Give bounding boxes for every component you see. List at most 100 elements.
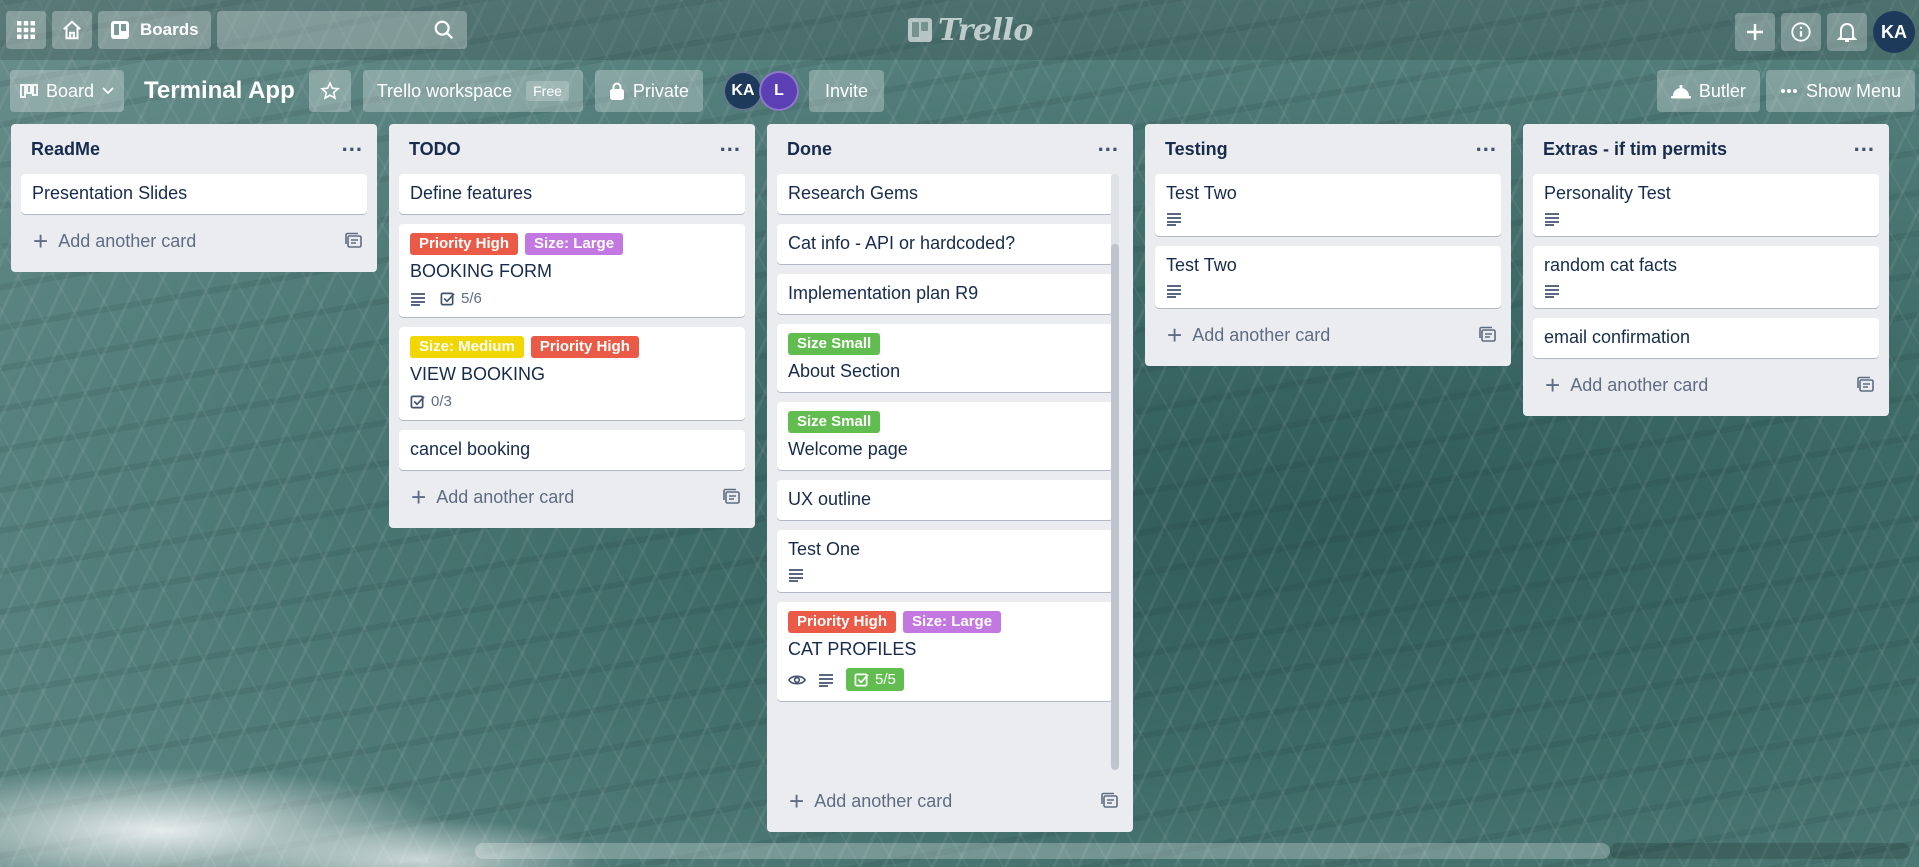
- card[interactable]: Personality Test: [1533, 174, 1879, 236]
- card-title: Research Gems: [788, 183, 919, 203]
- card[interactable]: cancel booking: [399, 430, 745, 470]
- list-testing: Testing ... Test Two Test Two + Add anoth…: [1145, 124, 1511, 366]
- card[interactable]: Test Two: [1155, 174, 1501, 236]
- card-title: Welcome page: [788, 439, 908, 459]
- card[interactable]: Cat info - API or hardcoded?: [777, 224, 1113, 264]
- trello-logo[interactable]: Trello: [908, 10, 1033, 50]
- workspace-plan-badge: Free: [526, 81, 569, 101]
- card-label[interactable]: Size: Medium: [410, 336, 524, 358]
- card[interactable]: Test One: [777, 530, 1113, 592]
- description-icon: [411, 292, 425, 306]
- create-button[interactable]: [1735, 13, 1775, 51]
- butler-button[interactable]: Butler: [1656, 70, 1760, 112]
- card-label[interactable]: Priority High: [788, 611, 897, 633]
- bell-icon: [1837, 23, 1857, 42]
- card[interactable]: Priority High Size: Large CAT PROFILES 5…: [777, 602, 1113, 701]
- card[interactable]: UX outline: [777, 480, 1113, 520]
- card[interactable]: Test Two: [1155, 246, 1501, 308]
- add-card-button[interactable]: + Add another card: [1533, 362, 1879, 408]
- card-label[interactable]: Size: Large: [903, 611, 1002, 633]
- board-view-label: Board: [46, 80, 95, 101]
- card[interactable]: Priority High Size: Large BOOKING FORM 5…: [399, 224, 745, 317]
- show-menu-button[interactable]: Show Menu: [1765, 70, 1915, 112]
- card[interactable]: Size: Medium Priority High VIEW BOOKING …: [399, 327, 745, 420]
- list-title[interactable]: TODO: [409, 139, 461, 160]
- add-card-button[interactable]: + Add another card: [399, 474, 745, 520]
- card-label[interactable]: Size: Large: [525, 233, 624, 255]
- add-card-button[interactable]: + Add another card: [21, 218, 367, 264]
- card-badges: [1544, 284, 1869, 298]
- card[interactable]: Size Small About Section: [777, 324, 1113, 392]
- more-icon: [1780, 89, 1797, 93]
- list-menu-icon[interactable]: ...: [342, 133, 363, 159]
- workspace-button[interactable]: Trello workspace Free: [362, 70, 583, 112]
- invite-button[interactable]: Invite: [808, 70, 884, 112]
- add-card-button[interactable]: + Add another card: [777, 778, 1123, 824]
- list-scrollbar[interactable]: [1111, 174, 1119, 770]
- card-template-icon[interactable]: [723, 488, 741, 506]
- list-title[interactable]: Extras - if tim permits: [1543, 139, 1727, 160]
- card-template-icon[interactable]: [1479, 326, 1497, 344]
- list-header[interactable]: Testing ...: [1155, 124, 1501, 174]
- card[interactable]: Implementation plan R9: [777, 274, 1113, 314]
- card-label[interactable]: Priority High: [410, 233, 519, 255]
- card-label[interactable]: Priority High: [530, 336, 639, 358]
- list-header[interactable]: Extras - if tim permits ...: [1533, 124, 1879, 174]
- card-badges: [1544, 212, 1869, 226]
- card[interactable]: Presentation Slides: [21, 174, 367, 214]
- board-scrollbar-track[interactable]: [1610, 843, 1910, 859]
- info-button[interactable]: [1781, 13, 1821, 51]
- visibility-button[interactable]: Private: [594, 70, 703, 112]
- card[interactable]: Size Small Welcome page: [777, 402, 1113, 470]
- list-menu-icon[interactable]: ...: [1476, 133, 1497, 159]
- top-navigation-bar: Boards Trello KA: [0, 0, 1919, 60]
- card-title: Presentation Slides: [32, 183, 188, 203]
- list-menu-icon[interactable]: ...: [1098, 133, 1119, 159]
- card-labels: Priority High Size: Large: [410, 233, 735, 255]
- notifications-button[interactable]: [1827, 13, 1867, 51]
- list-title[interactable]: Done: [787, 139, 832, 160]
- list-title[interactable]: Testing: [1165, 139, 1228, 160]
- list-header[interactable]: ReadMe ...: [21, 124, 367, 174]
- list-title[interactable]: ReadMe: [31, 139, 100, 160]
- card[interactable]: Define features: [399, 174, 745, 214]
- card-list: Presentation Slides: [21, 174, 367, 214]
- board-horizontal-scrollbar[interactable]: [475, 843, 1610, 859]
- board-title[interactable]: Terminal App: [132, 77, 309, 105]
- member-avatar[interactable]: KA: [722, 71, 763, 111]
- card[interactable]: random cat facts: [1533, 246, 1879, 308]
- board-view-switcher[interactable]: Board: [10, 70, 125, 112]
- add-card-label: Add another card: [436, 486, 575, 507]
- card-title: Test One: [788, 539, 861, 559]
- card-badges: [788, 568, 1103, 582]
- card-title: UX outline: [788, 489, 872, 509]
- list-menu-icon[interactable]: ...: [1854, 133, 1875, 159]
- star-board-button[interactable]: [308, 70, 351, 112]
- card-label[interactable]: Size Small: [788, 333, 881, 355]
- card[interactable]: email confirmation: [1533, 318, 1879, 358]
- list-header[interactable]: TODO ...: [399, 124, 745, 174]
- chevron-down-icon: [102, 87, 114, 95]
- home-button[interactable]: [52, 11, 92, 49]
- card-title: cancel booking: [410, 439, 531, 459]
- list-header[interactable]: Done ...: [777, 124, 1123, 174]
- card[interactable]: Research Gems: [777, 174, 1113, 214]
- add-card-button[interactable]: + Add another card: [1155, 312, 1501, 358]
- card-list: Research Gems Cat info - API or hardcode…: [777, 174, 1123, 701]
- scrollbar-thumb[interactable]: [1111, 244, 1119, 770]
- card-template-icon[interactable]: [1857, 376, 1875, 394]
- list-menu-icon[interactable]: ...: [720, 133, 741, 159]
- checkbox-icon: [854, 673, 869, 687]
- card-template-icon[interactable]: [345, 232, 363, 250]
- boards-button[interactable]: Boards: [98, 11, 211, 49]
- butler-icon: [1670, 85, 1691, 99]
- member-avatar[interactable]: L: [758, 71, 799, 111]
- plus-icon: +: [411, 482, 427, 512]
- search-input[interactable]: [216, 11, 467, 49]
- list-scroll-area[interactable]: Research Gems Cat info - API or hardcode…: [777, 174, 1123, 774]
- card-template-icon[interactable]: [1101, 792, 1119, 810]
- card-label[interactable]: Size Small: [788, 411, 881, 433]
- apps-grid-button[interactable]: [6, 11, 46, 49]
- workspace-label: Trello workspace: [376, 80, 513, 101]
- user-avatar[interactable]: KA: [1873, 11, 1915, 53]
